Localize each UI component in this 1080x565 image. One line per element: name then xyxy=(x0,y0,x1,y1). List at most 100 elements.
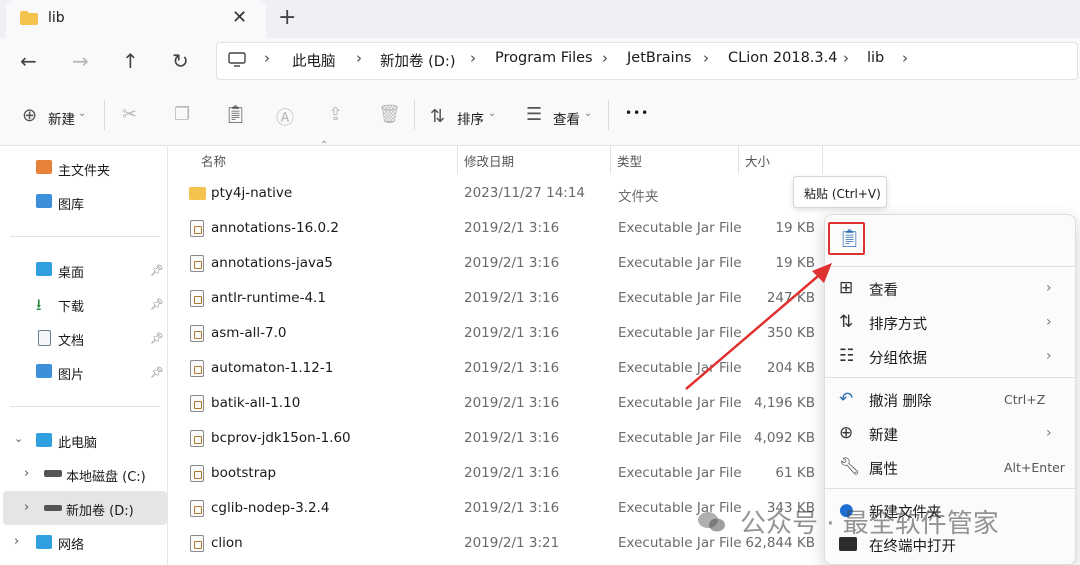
sidebar-item-network[interactable]: 网络 xyxy=(58,534,84,553)
jar-file-icon xyxy=(190,220,204,237)
file-type: 文件夹 xyxy=(618,189,659,205)
file-name[interactable]: asm-all-7.0 xyxy=(211,325,286,341)
tooltip-text: 粘贴 (Ctrl+V) xyxy=(804,187,881,201)
toolbar-divider xyxy=(104,100,105,130)
menu-item-properties[interactable]: 属性 xyxy=(869,458,898,479)
file-name[interactable]: cglib-nodep-3.2.4 xyxy=(211,500,329,516)
file-modified-date: 2019/2/1 3:16 xyxy=(464,430,560,446)
new-dropdown-chevron-icon[interactable]: ⌄ xyxy=(78,108,86,119)
expand-chevron-down-icon[interactable]: ⌄ xyxy=(14,432,23,445)
delete-icon[interactable]: 🗑︎ xyxy=(378,104,401,125)
column-separator[interactable] xyxy=(457,146,458,174)
folder-icon xyxy=(189,187,206,200)
drive-icon xyxy=(44,505,62,511)
sort-dropdown-chevron-icon[interactable]: ⌄ xyxy=(488,108,496,119)
paste-icon[interactable]: 📋︎ xyxy=(224,104,247,125)
file-name[interactable]: annotations-16.0.2 xyxy=(211,220,339,236)
forward-button[interactable]: → xyxy=(72,49,89,73)
view-icon: ☰ xyxy=(526,104,543,125)
refresh-button[interactable]: ↻ xyxy=(172,49,189,73)
sidebar-item-pictures[interactable]: 图片 xyxy=(58,364,84,383)
menu-item-sort-by[interactable]: 排序方式 xyxy=(869,313,927,334)
file-name[interactable]: batik-all-1.10 xyxy=(211,395,300,411)
close-tab-icon[interactable]: ✕ xyxy=(232,7,247,28)
menu-divider xyxy=(825,266,1075,267)
menu-item-view[interactable]: 查看 xyxy=(869,279,898,300)
breadcrumb-separator: › xyxy=(264,49,270,67)
breadcrumb-separator: › xyxy=(602,49,608,67)
jar-file-icon xyxy=(190,325,204,342)
pin-icon: 📌︎ xyxy=(150,298,164,311)
new-tab-button[interactable]: + xyxy=(278,5,296,30)
cut-icon[interactable]: ✂ xyxy=(122,104,137,125)
file-size: 4,196 KB xyxy=(753,395,815,411)
view-dropdown-chevron-icon[interactable]: ⌄ xyxy=(584,108,592,119)
breadcrumb-program-files[interactable]: Program Files xyxy=(495,50,593,66)
file-name[interactable]: annotations-java5 xyxy=(211,255,333,271)
breadcrumb-jetbrains[interactable]: JetBrains xyxy=(627,50,691,66)
rename-icon[interactable]: Ⓐ xyxy=(276,104,294,130)
submenu-chevron-icon: › xyxy=(1046,348,1052,364)
column-separator[interactable] xyxy=(738,146,739,174)
menu-divider xyxy=(825,488,1075,489)
file-name[interactable]: clion xyxy=(211,535,243,551)
group-by-icon: ☷ xyxy=(839,346,855,366)
back-button[interactable]: ← xyxy=(20,49,37,73)
breadcrumb-clion[interactable]: CLion 2018.3.4 xyxy=(728,50,837,66)
sidebar-item-home[interactable]: 主文件夹 xyxy=(58,160,110,179)
column-header-size[interactable]: 大小 xyxy=(745,151,770,170)
expand-chevron-right-icon[interactable]: › xyxy=(24,466,29,481)
file-type: Executable Jar File xyxy=(618,465,742,481)
pictures-icon xyxy=(36,364,52,378)
sidebar-item-downloads[interactable]: 下载 xyxy=(58,296,84,315)
sidebar-item-gallery[interactable]: 图库 xyxy=(58,194,84,213)
sidebar-item-this-pc[interactable]: 此电脑 xyxy=(58,432,97,451)
column-header-name[interactable]: 名称 xyxy=(201,151,226,170)
jar-file-icon xyxy=(190,500,204,517)
sidebar-item-documents[interactable]: 文档 xyxy=(58,330,84,349)
sort-button[interactable]: 排序 xyxy=(457,108,484,128)
column-separator[interactable] xyxy=(822,146,823,174)
sidebar-item-local-disk-c[interactable]: 本地磁盘 (C:) xyxy=(66,466,146,485)
column-separator[interactable] xyxy=(610,146,611,174)
menu-item-undo-delete[interactable]: 撤消 删除 xyxy=(869,390,932,411)
more-options-icon[interactable]: ••• xyxy=(625,106,649,120)
copy-icon[interactable]: ❐ xyxy=(174,104,190,125)
menu-item-new[interactable]: 新建 xyxy=(869,424,898,445)
wrench-icon: 🔧︎ xyxy=(839,457,861,477)
expand-chevron-right-icon[interactable]: › xyxy=(14,534,19,549)
file-name[interactable]: pty4j-native xyxy=(211,185,292,201)
submenu-chevron-icon: › xyxy=(1046,425,1052,441)
toolbar-divider xyxy=(414,100,415,130)
download-icon: ⭳ xyxy=(36,295,42,314)
file-modified-date: 2019/2/1 3:16 xyxy=(464,290,560,306)
undo-shortcut: Ctrl+Z xyxy=(1004,392,1046,407)
breadcrumb-separator: › xyxy=(356,49,362,67)
plus-circle-icon: ⊕ xyxy=(839,423,854,443)
new-button[interactable]: 新建 xyxy=(48,108,75,128)
breadcrumb-new-volume-d[interactable]: 新加卷 (D:) xyxy=(380,50,455,71)
breadcrumb-this-pc[interactable]: 此电脑 xyxy=(292,50,336,71)
expand-chevron-right-icon[interactable]: › xyxy=(24,500,29,515)
sidebar-item-desktop[interactable]: 桌面 xyxy=(58,262,84,281)
file-modified-date: 2023/11/27 14:14 xyxy=(464,185,586,201)
breadcrumb-expand-icon[interactable]: › xyxy=(902,49,908,67)
properties-shortcut: Alt+Enter xyxy=(1004,460,1065,475)
column-header-type[interactable]: 类型 xyxy=(617,151,642,170)
up-button[interactable]: ↑ xyxy=(122,49,139,73)
file-name[interactable]: bootstrap xyxy=(211,465,276,481)
breadcrumb-lib[interactable]: lib xyxy=(867,50,884,66)
file-name[interactable]: bcprov-jdk15on-1.60 xyxy=(211,430,351,446)
view-button[interactable]: 查看 xyxy=(553,108,580,128)
computer-icon xyxy=(36,433,52,447)
paste-button[interactable]: 📋︎ xyxy=(828,222,865,255)
breadcrumb-separator: › xyxy=(470,49,476,67)
menu-item-group-by[interactable]: 分组依据 xyxy=(869,347,927,368)
file-type: Executable Jar File xyxy=(618,395,742,411)
tab-lib[interactable]: lib ✕ xyxy=(6,0,266,38)
column-header-modified[interactable]: 修改日期 xyxy=(464,151,514,170)
share-icon[interactable]: ⇪ xyxy=(328,104,343,125)
file-name[interactable]: automaton-1.12-1 xyxy=(211,360,333,376)
file-name[interactable]: antlr-runtime-4.1 xyxy=(211,290,326,306)
sidebar-item-new-volume-d[interactable]: 新加卷 (D:) xyxy=(66,500,134,519)
